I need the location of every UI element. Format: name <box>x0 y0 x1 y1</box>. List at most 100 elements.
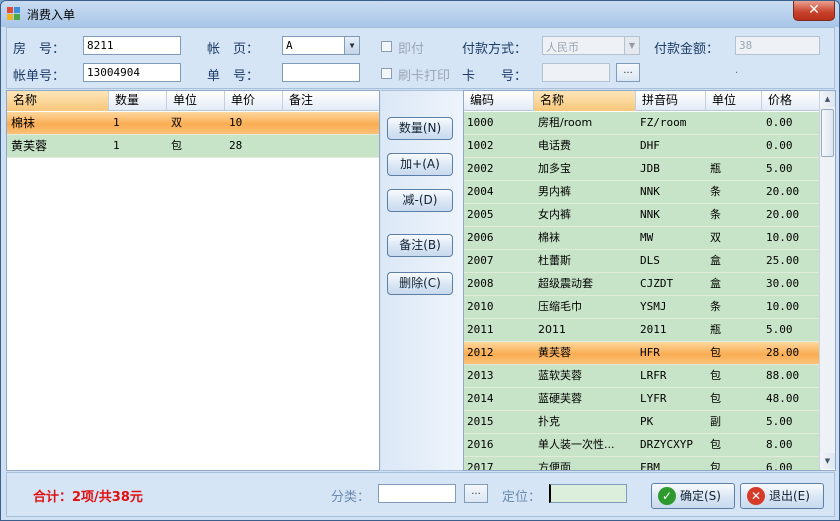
col-name[interactable]: 名称 <box>7 91 109 111</box>
cell-name: 扑克 <box>538 415 560 428</box>
table-row[interactable]: 2012 黄芙蓉 HFR 包 28.00 <box>464 342 821 365</box>
total-summary: 合计：2项/共38元 <box>33 490 143 505</box>
bill-no-input[interactable]: 13004904 <box>83 63 181 82</box>
table-row[interactable]: 2008 超级震动套 CJZDT 盒 30.00 <box>464 273 821 296</box>
cell-unit: 包 <box>710 346 721 359</box>
col-price[interactable]: 价格 <box>762 91 821 111</box>
cell-pinyin: YSMJ <box>640 300 667 313</box>
cell-name: 男内裤 <box>538 185 571 198</box>
category-browse-button[interactable]: ... <box>464 484 488 503</box>
cell-name: 房租/room <box>538 116 593 129</box>
cell-unit: 包 <box>710 369 721 382</box>
table-row[interactable]: 2015 扑克 PK 副 5.00 <box>464 411 821 434</box>
category-label: 分类： <box>331 490 371 505</box>
app-icon <box>7 7 21 21</box>
card-browse-button[interactable]: ... <box>616 63 640 82</box>
cell-price: 5.00 <box>766 415 793 428</box>
scroll-thumb[interactable] <box>821 109 834 157</box>
card-no-label: 卡 号： <box>462 69 528 84</box>
pay-method-value: 人民币 <box>546 41 579 54</box>
table-row[interactable]: 2005 女内裤 NNK 条 20.00 <box>464 204 821 227</box>
cell-name: 电话费 <box>538 139 571 152</box>
col-code[interactable]: 编码 <box>464 91 534 111</box>
subtract-button[interactable]: 减-(D) <box>387 189 453 212</box>
table-row[interactable]: 2013 蓝软芙蓉 LRFR 包 88.00 <box>464 365 821 388</box>
consume-entry-window: 消费入单 ✕ 房 号： 8211 帐 页： A ▼ 即付 付款方式： 人民币 ▼… <box>0 0 840 521</box>
cell-code: 2010 <box>467 300 494 313</box>
quantity-button[interactable]: 数量(N) <box>387 117 453 140</box>
order-no-input[interactable] <box>282 63 360 82</box>
cell-price: 0.00 <box>766 116 793 129</box>
cell-unit: 副 <box>710 415 721 428</box>
confirm-button[interactable]: ✓ 确定(S) <box>651 483 735 509</box>
card-print-checkbox[interactable] <box>381 68 392 79</box>
col-unit[interactable]: 单位 <box>167 91 225 111</box>
cell-code: 1002 <box>467 139 494 152</box>
table-row[interactable]: 2016 单人装一次性... DRZYCXYP 包 8.00 <box>464 434 821 457</box>
col-pinyin[interactable]: 拼音码 <box>636 91 706 111</box>
category-input[interactable] <box>378 484 456 503</box>
cell-name: 黄芙蓉 <box>11 139 48 153</box>
cell-code: 2002 <box>467 162 494 175</box>
card-no-input <box>542 63 610 82</box>
cell-pinyin: NNK <box>640 185 660 198</box>
exit-button[interactable]: ✕ 退出(E) <box>740 483 824 509</box>
cell-price: 20.00 <box>766 208 800 221</box>
product-scrollbar[interactable]: ▲ ▼ <box>819 91 835 469</box>
remark-button[interactable]: 备注(B) <box>387 234 453 257</box>
action-panel: 数量(N) 加+(A) 减-(D) 备注(B) 删除(C) <box>381 90 463 471</box>
cell-code: 2013 <box>467 369 494 382</box>
table-row[interactable]: 2011 2011 2011 瓶 5.00 <box>464 319 821 342</box>
table-row[interactable]: 2017 方便面 FBM 包 6.00 <box>464 457 821 471</box>
cell-code: 2004 <box>467 185 494 198</box>
title-bar[interactable]: 消费入单 ✕ <box>1 1 839 27</box>
cell-unit <box>706 135 762 157</box>
table-row[interactable]: 棉袜 1 双 10 <box>7 112 379 135</box>
col-note[interactable]: 备注 <box>283 91 379 111</box>
page-select[interactable]: A ▼ <box>282 36 360 55</box>
locate-input[interactable] <box>549 484 627 503</box>
cell-code: 2011 <box>467 323 494 336</box>
chevron-down-icon[interactable]: ▼ <box>344 37 359 54</box>
cell-name: 女内裤 <box>538 208 571 221</box>
cell-unit <box>706 112 762 134</box>
close-button[interactable]: ✕ <box>793 1 835 21</box>
scroll-down-icon[interactable]: ▼ <box>820 453 835 469</box>
room-input[interactable]: 8211 <box>83 36 181 55</box>
table-row[interactable]: 2002 加多宝 JDB 瓶 5.00 <box>464 158 821 181</box>
col-qty[interactable]: 数量 <box>109 91 167 111</box>
delete-button[interactable]: 删除(C) <box>387 272 453 295</box>
col-name[interactable]: 名称 <box>534 91 636 111</box>
cell-name: 蓝硬芙蓉 <box>538 392 582 405</box>
cell-name: 黄芙蓉 <box>538 346 571 359</box>
cell-code: 2017 <box>467 461 494 471</box>
table-row[interactable]: 2007 杜蕾斯 DLS 盒 25.00 <box>464 250 821 273</box>
cell-unit: 盒 <box>710 254 721 267</box>
table-row[interactable]: 黄芙蓉 1 包 28 <box>7 135 379 158</box>
pay-method-select: 人民币 ▼ <box>542 36 640 55</box>
chevron-down-icon: ▼ <box>624 37 639 54</box>
col-unit[interactable]: 单位 <box>706 91 762 111</box>
table-row[interactable]: 2010 压缩毛巾 YSMJ 条 10.00 <box>464 296 821 319</box>
table-row[interactable]: 2004 男内裤 NNK 条 20.00 <box>464 181 821 204</box>
pay-method-label: 付款方式： <box>462 42 528 57</box>
table-row[interactable]: 1002 电话费 DHF 0.00 <box>464 135 821 158</box>
cell-name: 加多宝 <box>538 162 571 175</box>
cell-pinyin: 2011 <box>640 323 667 336</box>
card-print-label: 刷卡打印 <box>398 69 451 84</box>
table-row[interactable]: 2006 棉袜 MW 双 10.00 <box>464 227 821 250</box>
table-row[interactable]: 1000 房租/room FZ/room 0.00 <box>464 112 821 135</box>
scroll-up-icon[interactable]: ▲ <box>820 91 835 107</box>
add-button[interactable]: 加+(A) <box>387 153 453 176</box>
cell-pinyin: HFR <box>640 346 660 359</box>
page-select-value: A <box>286 39 293 52</box>
col-price[interactable]: 单价 <box>225 91 283 111</box>
page-label: 帐 页： <box>207 42 260 57</box>
instant-pay-checkbox[interactable] <box>381 41 392 52</box>
cell-pinyin: DRZYCXYP <box>640 438 693 451</box>
cell-name: 棉袜 <box>11 116 36 130</box>
pay-amount-label: 付款金额： <box>654 42 720 57</box>
cell-unit: 条 <box>710 208 721 221</box>
cell-note <box>283 112 379 134</box>
table-row[interactable]: 2014 蓝硬芙蓉 LYFR 包 48.00 <box>464 388 821 411</box>
